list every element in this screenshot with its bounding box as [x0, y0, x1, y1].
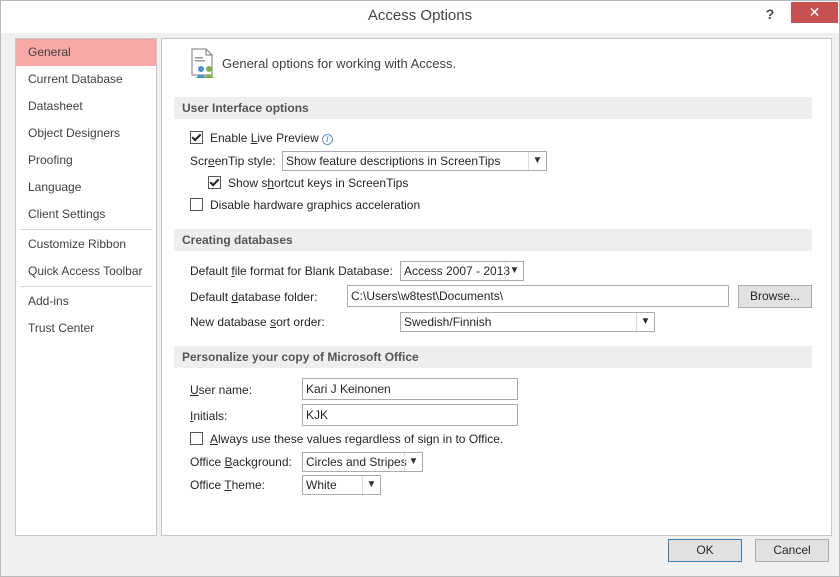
header-description: General options for working with Access.: [222, 56, 457, 71]
chevron-down-icon: ▼: [362, 476, 380, 494]
nav-item-proofing[interactable]: Proofing: [16, 147, 156, 174]
always-use-checkbox[interactable]: [190, 432, 203, 445]
nav-item-general[interactable]: General: [16, 39, 156, 66]
file-format-label: Default file format for Blank Database:: [190, 264, 393, 278]
shortcut-keys-label: Show shortcut keys in ScreenTips: [228, 176, 409, 190]
nav-item-object-designers[interactable]: Object Designers: [16, 120, 156, 147]
nav-item-quick-access-toolbar[interactable]: Quick Access Toolbar: [16, 258, 156, 285]
live-preview-checkbox-row[interactable]: Enable Live Preview i: [190, 128, 333, 148]
hw-accel-checkbox[interactable]: [190, 198, 203, 211]
nav-separator: [20, 229, 152, 230]
nav-item-client-settings[interactable]: Client Settings: [16, 201, 156, 228]
section-user-interface: User Interface options: [174, 97, 812, 119]
live-preview-label: Enable Live Preview: [210, 131, 319, 145]
category-nav: General Current Database Datasheet Objec…: [15, 38, 157, 536]
dialog-title: Access Options: [367, 7, 473, 24]
section-creating-databases: Creating databases: [174, 229, 812, 251]
live-preview-checkbox[interactable]: [190, 131, 203, 144]
chevron-down-icon: ▼: [505, 262, 523, 280]
initials-input[interactable]: KJK: [302, 404, 518, 426]
general-options-icon: [191, 48, 214, 78]
office-background-label: Office Background:: [190, 455, 292, 469]
chevron-down-icon: ▼: [528, 152, 546, 170]
chevron-down-icon: ▼: [636, 313, 654, 331]
nav-item-trust-center[interactable]: Trust Center: [16, 315, 156, 342]
database-folder-label: Default database folder:: [190, 290, 318, 304]
user-name-input[interactable]: Kari J Keinonen: [302, 378, 518, 400]
user-name-label: User name:: [190, 383, 253, 397]
close-icon: ✕: [808, 4, 821, 20]
screentip-style-dropdown[interactable]: Show feature descriptions in ScreenTips …: [282, 151, 547, 171]
office-theme-dropdown[interactable]: White ▼: [302, 475, 381, 495]
chevron-down-icon: ▼: [404, 453, 422, 471]
section-personalize: Personalize your copy of Microsoft Offic…: [174, 346, 812, 368]
nav-item-customize-ribbon[interactable]: Customize Ribbon: [16, 231, 156, 258]
cancel-button[interactable]: Cancel: [755, 539, 829, 562]
nav-item-datasheet[interactable]: Datasheet: [16, 93, 156, 120]
nav-item-current-database[interactable]: Current Database: [16, 66, 156, 93]
title-bar: Access Options ? ✕: [1, 1, 839, 33]
ok-button[interactable]: OK: [668, 539, 742, 562]
nav-item-add-ins[interactable]: Add-ins: [16, 288, 156, 315]
close-button[interactable]: ✕: [791, 2, 838, 23]
hw-accel-label: Disable hardware graphics acceleration: [210, 198, 421, 212]
nav-item-language[interactable]: Language: [16, 174, 156, 201]
sort-order-label: New database sort order:: [190, 315, 325, 329]
nav-separator: [20, 286, 152, 287]
browse-button[interactable]: Browse...: [738, 285, 812, 308]
info-icon[interactable]: i: [321, 134, 333, 145]
shortcut-keys-checkbox[interactable]: [208, 176, 221, 189]
office-background-dropdown[interactable]: Circles and Stripes ▼: [302, 452, 423, 472]
database-folder-input[interactable]: C:\Users\w8test\Documents\: [347, 285, 729, 307]
shortcut-keys-checkbox-row[interactable]: Show shortcut keys in ScreenTips: [208, 173, 408, 193]
always-use-checkbox-row[interactable]: Always use these values regardless of si…: [190, 429, 503, 449]
help-button[interactable]: ?: [758, 4, 782, 26]
general-options-panel: General options for working with Access.…: [161, 38, 832, 536]
office-theme-label: Office Theme:: [190, 478, 265, 492]
access-options-dialog: Access Options ? ✕ General Current Datab…: [0, 0, 840, 577]
sort-order-dropdown[interactable]: Swedish/Finnish ▼: [400, 312, 655, 332]
screentip-style-label: ScreenTip style:: [190, 154, 276, 168]
initials-label: Initials:: [190, 409, 228, 423]
file-format-dropdown[interactable]: Access 2007 - 2013 ▼: [400, 261, 524, 281]
hw-accel-checkbox-row[interactable]: Disable hardware graphics acceleration: [190, 195, 420, 215]
always-use-label: Always use these values regardless of si…: [210, 432, 504, 446]
